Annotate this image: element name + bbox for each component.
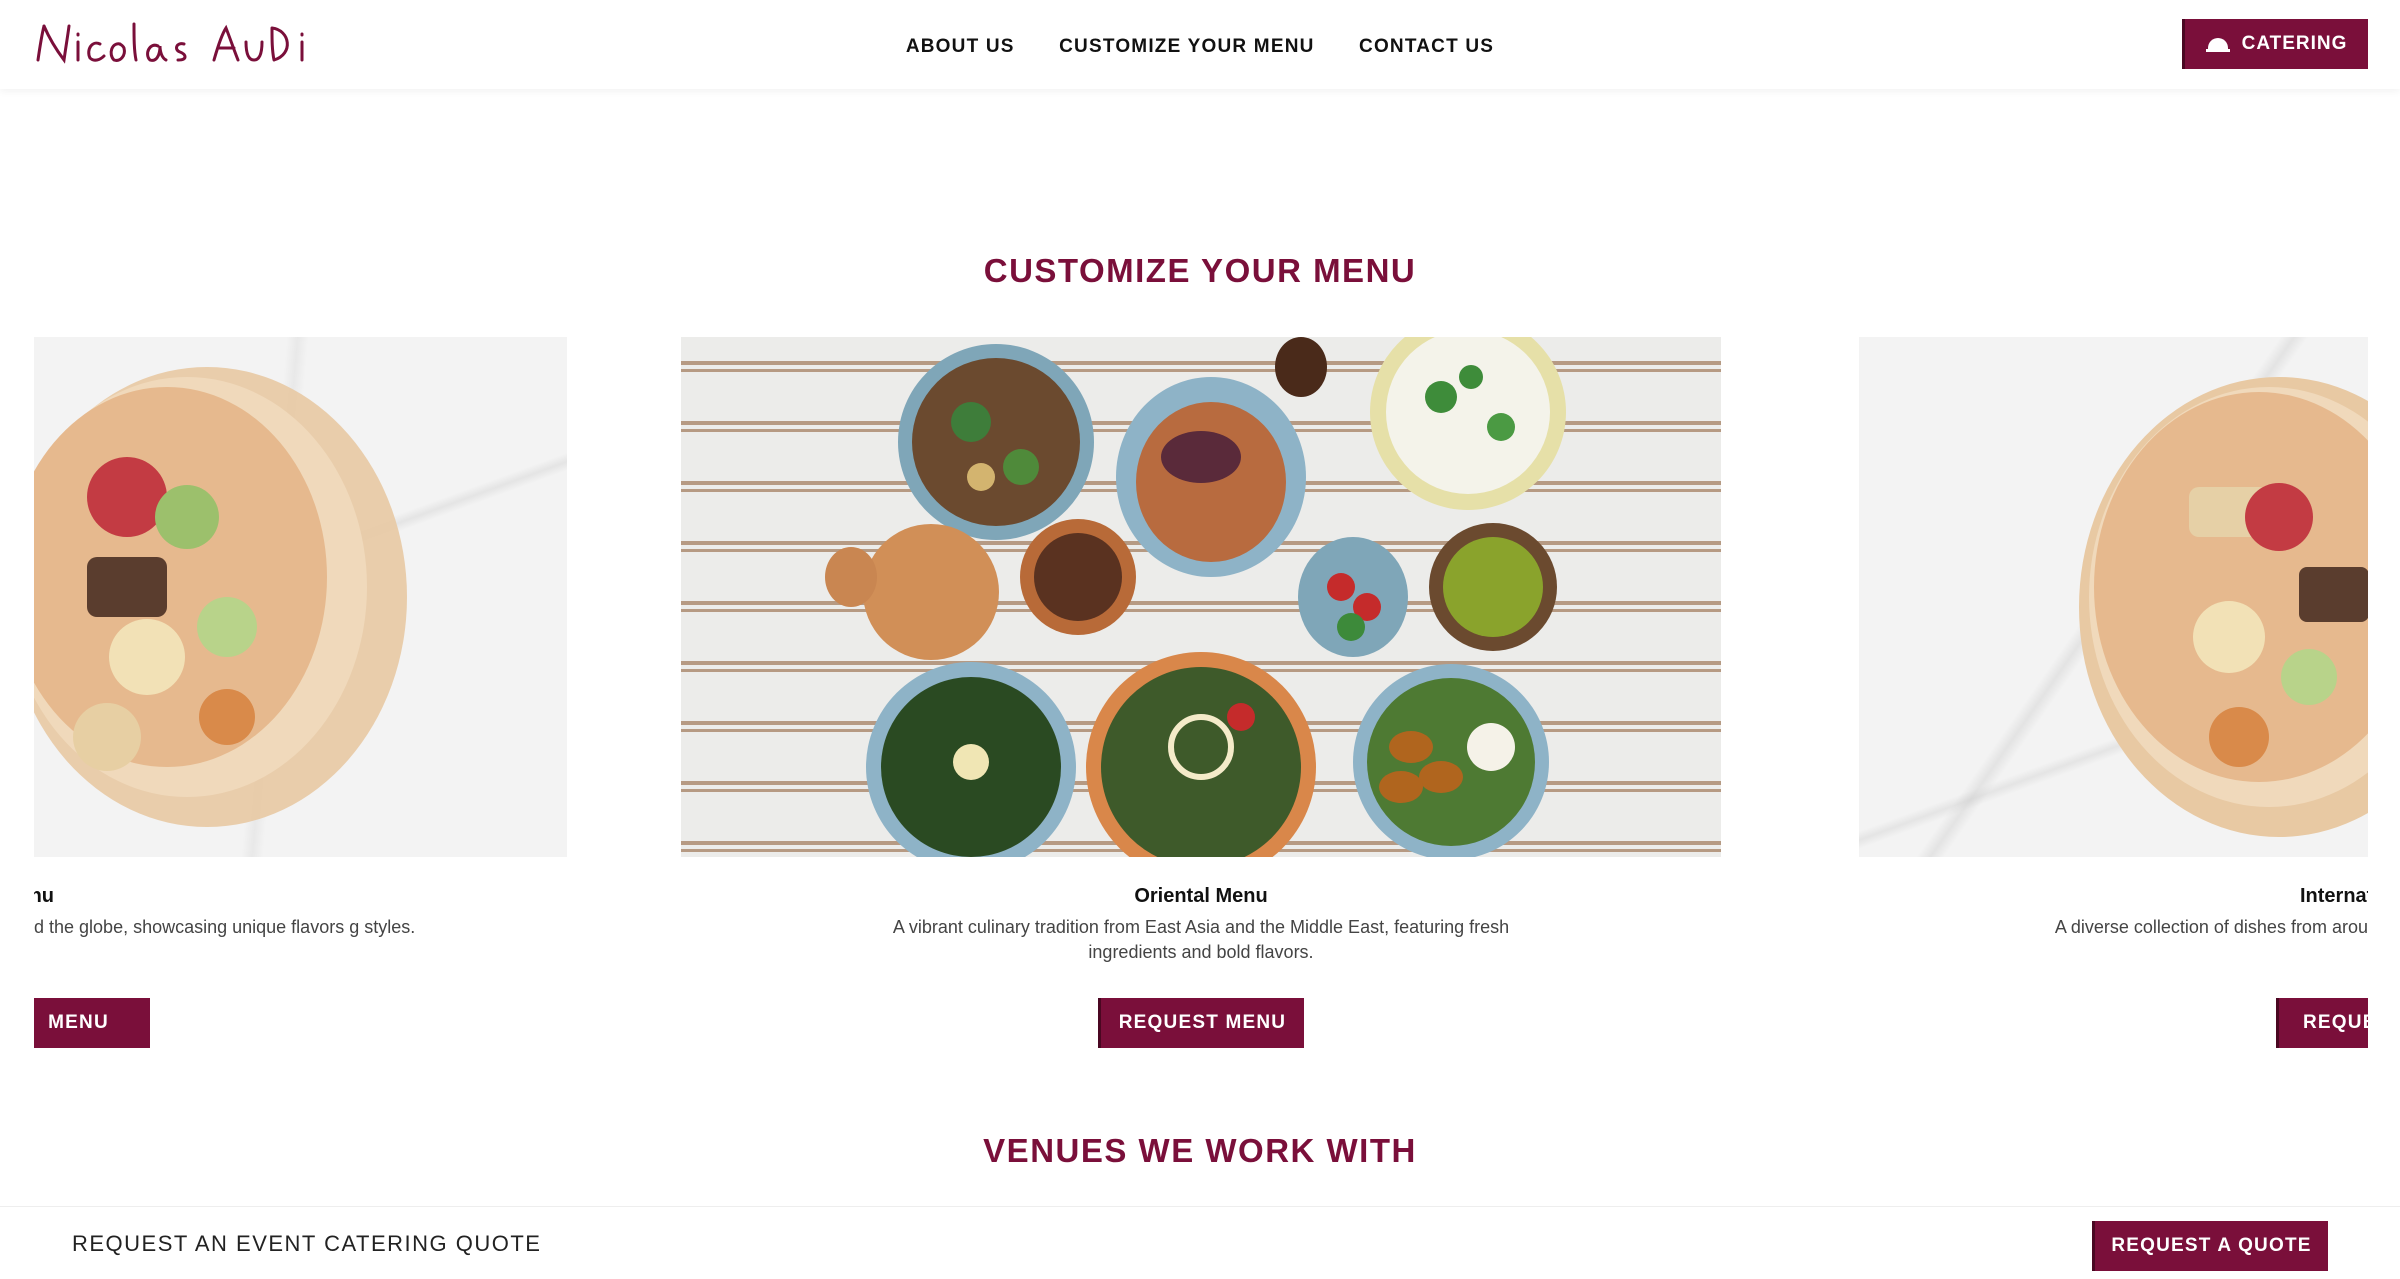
- quote-bar: REQUEST AN EVENT CATERING QUOTE REQUEST …: [0, 1206, 2400, 1279]
- menu-card-description: A diverse collection of dishes from arou…: [2054, 917, 2368, 937]
- request-quote-button-label: REQUEST A QUOTE: [2111, 1235, 2312, 1256]
- main-nav: ABOUT US CUSTOMIZE YOUR MENU CONTACT US: [0, 36, 2400, 58]
- menu-card-image: [34, 337, 567, 857]
- menu-card: Oriental Menu A vibrant culinary traditi…: [681, 337, 1721, 1057]
- nav-about-us[interactable]: ABOUT US: [906, 36, 1015, 58]
- menu-card-description: d the globe, showcasing unique flavors g…: [34, 917, 416, 937]
- request-menu-button[interactable]: REQUE: [2276, 998, 2368, 1048]
- quote-bar-text: REQUEST AN EVENT CATERING QUOTE: [72, 1231, 542, 1256]
- menu-carousel[interactable]: nal Menu d the globe, showcasing unique …: [34, 337, 2368, 1057]
- nav-contact-us[interactable]: CONTACT US: [1359, 36, 1494, 58]
- menu-card-description: A vibrant culinary tradition from East A…: [892, 917, 1510, 962]
- oriental-mezze-spread-image: [825, 337, 1566, 857]
- request-menu-button-label: REQUEST MENU: [1118, 1012, 1287, 1033]
- international-platter-image: [2079, 377, 2368, 837]
- menu-card-image: [681, 337, 1721, 857]
- menu-card: nal Menu d the globe, showcasing unique …: [34, 337, 567, 1057]
- venues-title: VENUES WE WORK WITH: [983, 1132, 1417, 1169]
- catering-button-label: CATERING: [2241, 33, 2348, 54]
- catering-button[interactable]: CATERING: [2182, 19, 2368, 69]
- menu-card-title: nal Menu: [34, 885, 54, 907]
- request-menu-button[interactable]: REQUEST MENU: [1098, 998, 1304, 1048]
- cloche-icon: [2205, 36, 2230, 52]
- request-menu-button-label: MENU: [48, 1012, 109, 1033]
- menu-card-title: Oriental Menu: [1134, 885, 1268, 907]
- request-menu-button-label: REQUE: [2303, 1012, 2368, 1033]
- menu-card-image: [1859, 337, 2368, 857]
- menu-card: Internati A diverse collection of dishes…: [1859, 337, 2368, 1057]
- dim-sum-basket-image: [34, 367, 407, 827]
- nav-customize-your-menu[interactable]: CUSTOMIZE YOUR MENU: [1059, 36, 1314, 58]
- request-menu-button[interactable]: MENU: [34, 998, 150, 1048]
- menu-card-title: Internati: [2300, 885, 2368, 907]
- site-header: ABOUT US CUSTOMIZE YOUR MENU CONTACT US …: [0, 0, 2400, 89]
- request-quote-button[interactable]: REQUEST A QUOTE: [2092, 1221, 2328, 1271]
- customize-menu-title: CUSTOMIZE YOUR MENU: [983, 252, 1417, 289]
